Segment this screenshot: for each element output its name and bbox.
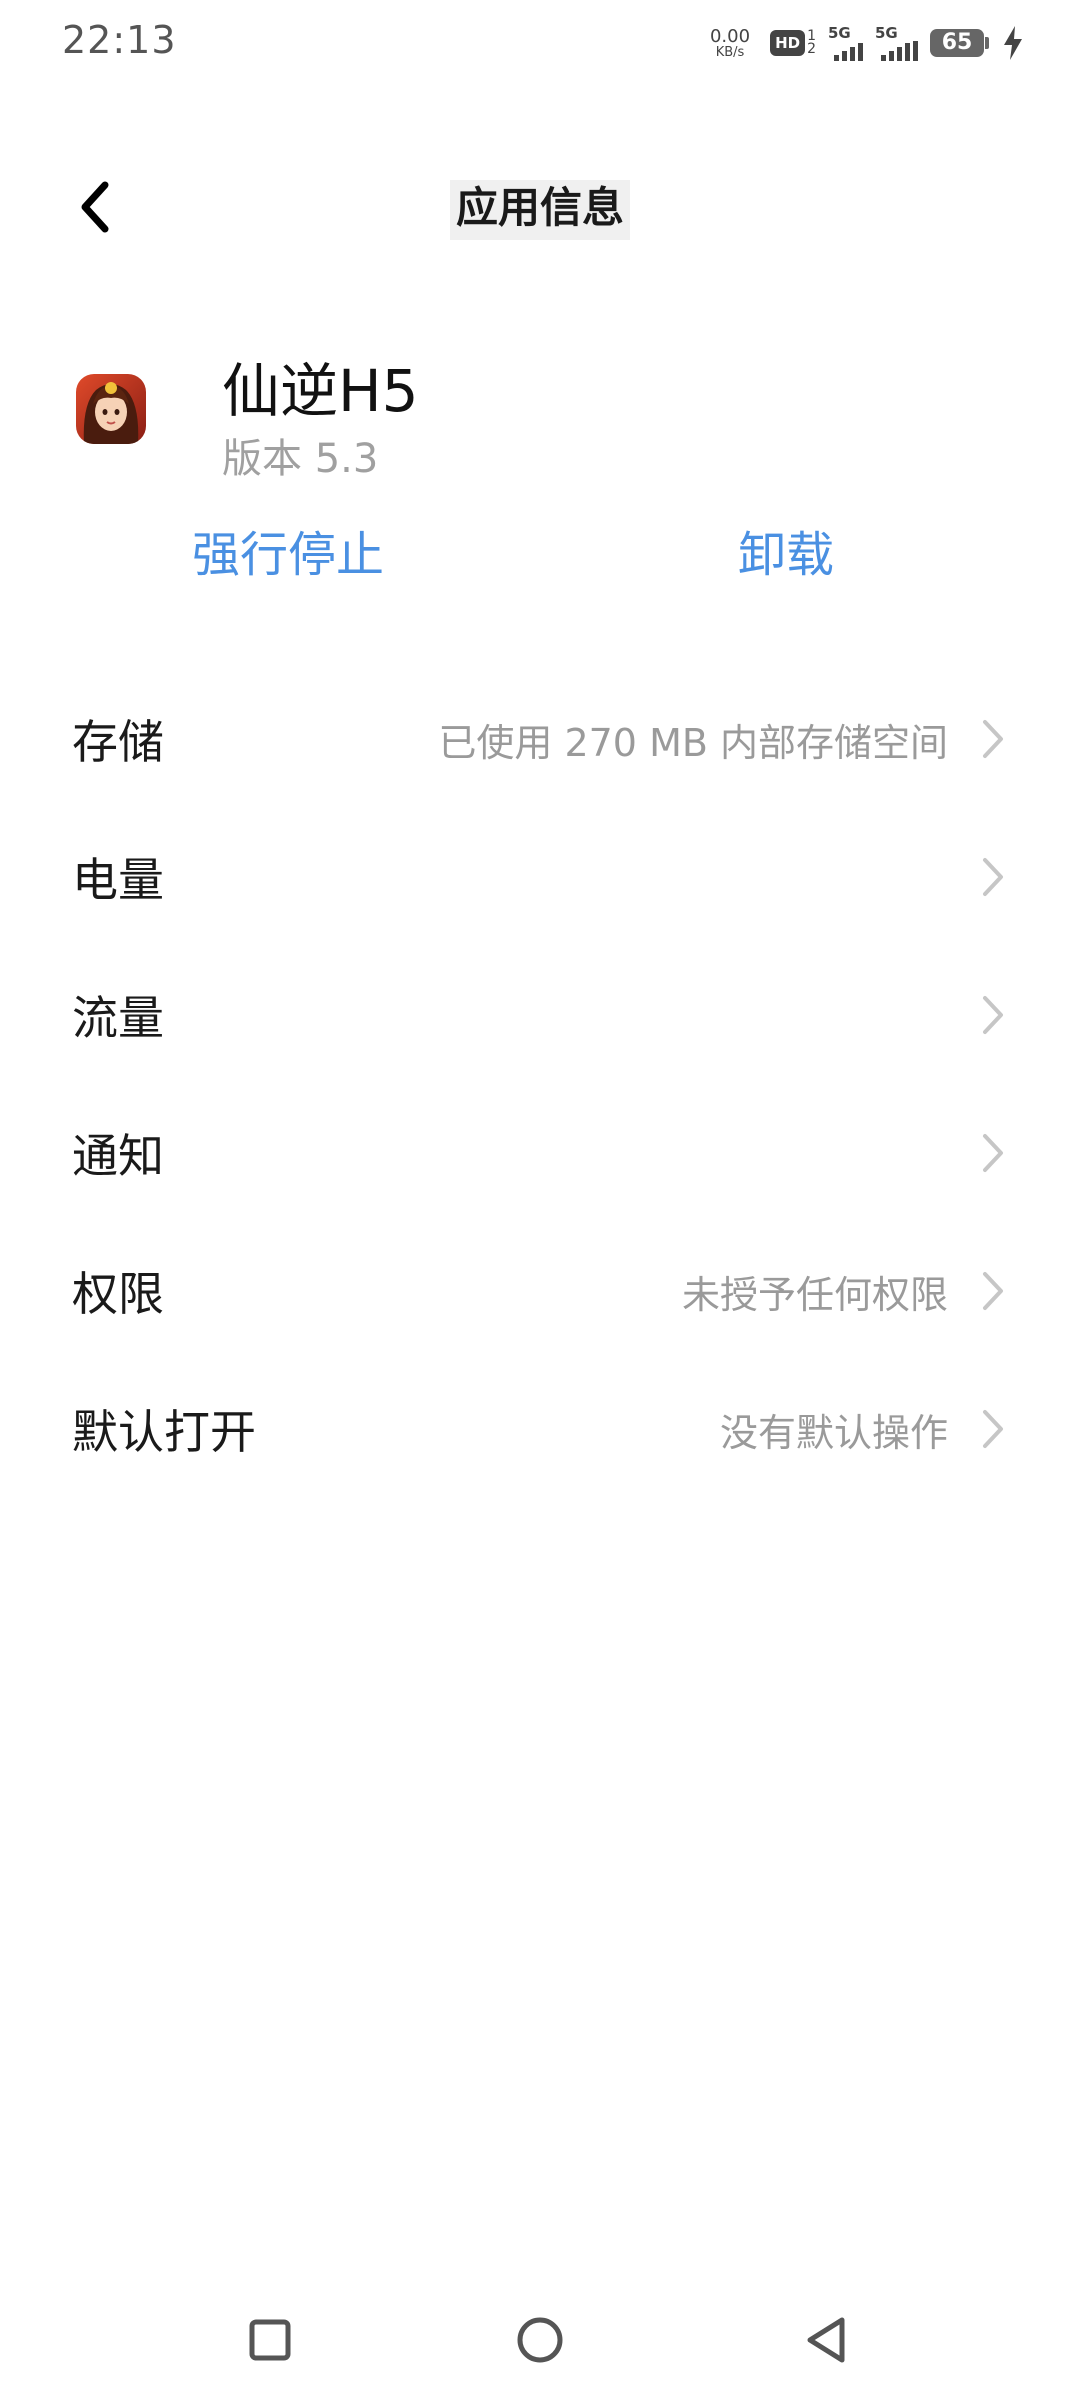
recents-square-icon xyxy=(249,2319,291,2361)
sim1-signal-bars xyxy=(834,41,863,61)
row-label: 流量 xyxy=(72,991,164,1045)
chevron-right-icon xyxy=(983,1134,1003,1172)
sim2-network-tag: 5G xyxy=(875,23,898,42)
notifications-row[interactable]: 通知 xyxy=(0,1084,1080,1222)
hd-volte-icon: HD 1 2 xyxy=(770,29,816,57)
signal-5g-icon: 5G xyxy=(875,23,918,61)
hd-sub-bottom: 2 xyxy=(807,41,816,57)
row-value: 没有默认操作 xyxy=(719,1410,948,1455)
chevron-right-icon xyxy=(983,1272,1003,1310)
chevron-right-icon xyxy=(983,858,1003,896)
status-icons: 0.00 KB/s HD 1 2 5G 5G 65 xyxy=(710,20,1024,66)
network-speed-value: 0.00 xyxy=(709,25,751,47)
row-value: 未授予任何权限 xyxy=(681,1272,948,1317)
hd-label: HD xyxy=(770,30,806,56)
row-value: 已使用 270 MB 内部存储空间 xyxy=(438,720,948,765)
app-info: 仙逆H5 版本 5.3 xyxy=(0,330,1080,490)
back-arrow-icon xyxy=(81,181,109,233)
sim1-network-tag: 5G xyxy=(828,23,851,42)
home-circle-icon xyxy=(517,2317,563,2363)
open-by-default-row[interactable]: 默认打开 没有默认操作 xyxy=(0,1360,1080,1498)
settings-list: 存储 已使用 270 MB 内部存储空间 电量 流量 通知 权限 未授予任何权限… xyxy=(0,670,1080,1498)
storage-row[interactable]: 存储 已使用 270 MB 内部存储空间 xyxy=(0,670,1080,808)
app-name: 仙逆H5 xyxy=(222,357,419,425)
nav-back-button[interactable] xyxy=(786,2300,866,2380)
charging-bolt-icon xyxy=(1004,26,1022,60)
back-triangle-icon xyxy=(807,2317,845,2363)
permissions-row[interactable]: 权限 未授予任何权限 xyxy=(0,1222,1080,1360)
battery-level: 65 xyxy=(941,30,973,55)
status-bar: 22:13 0.00 KB/s HD 1 2 5G 5G 65 xyxy=(0,0,1080,86)
back-button[interactable] xyxy=(60,172,130,242)
app-version: 版本 5.3 xyxy=(222,436,379,482)
app-icon xyxy=(76,374,146,444)
header: 应用信息 xyxy=(0,150,1080,270)
hd-sim-indices: 1 2 xyxy=(807,29,816,57)
row-label: 存储 xyxy=(72,715,164,769)
recents-button[interactable] xyxy=(230,2300,310,2380)
app-info-screen: 22:13 0.00 KB/s HD 1 2 5G 5G 65 应用信息 仙逆H… xyxy=(0,0,1080,2400)
home-button[interactable] xyxy=(500,2300,580,2380)
status-time: 22:13 xyxy=(62,18,177,62)
row-label: 默认打开 xyxy=(72,1405,256,1459)
network-speed-unit: KB/s xyxy=(715,44,745,60)
chevron-right-icon xyxy=(983,720,1003,758)
page-title: 应用信息 xyxy=(450,180,630,240)
row-label: 电量 xyxy=(72,853,164,907)
battery-icon: 65 xyxy=(930,29,989,57)
battery-usage-row[interactable]: 电量 xyxy=(0,808,1080,946)
navigation-bar xyxy=(0,2280,1080,2400)
signal-5g-icon: 5G xyxy=(828,23,863,61)
uninstall-button[interactable]: 卸载 xyxy=(738,510,834,600)
chevron-right-icon xyxy=(983,996,1003,1034)
data-usage-row[interactable]: 流量 xyxy=(0,946,1080,1084)
sim2-signal-bars xyxy=(881,40,918,61)
force-stop-button[interactable]: 强行停止 xyxy=(192,510,384,600)
row-label: 权限 xyxy=(72,1267,164,1321)
app-actions: 强行停止 卸载 xyxy=(0,510,1080,600)
network-speed: 0.00 KB/s xyxy=(709,25,751,60)
chevron-right-icon xyxy=(983,1410,1003,1448)
row-label: 通知 xyxy=(72,1129,164,1183)
